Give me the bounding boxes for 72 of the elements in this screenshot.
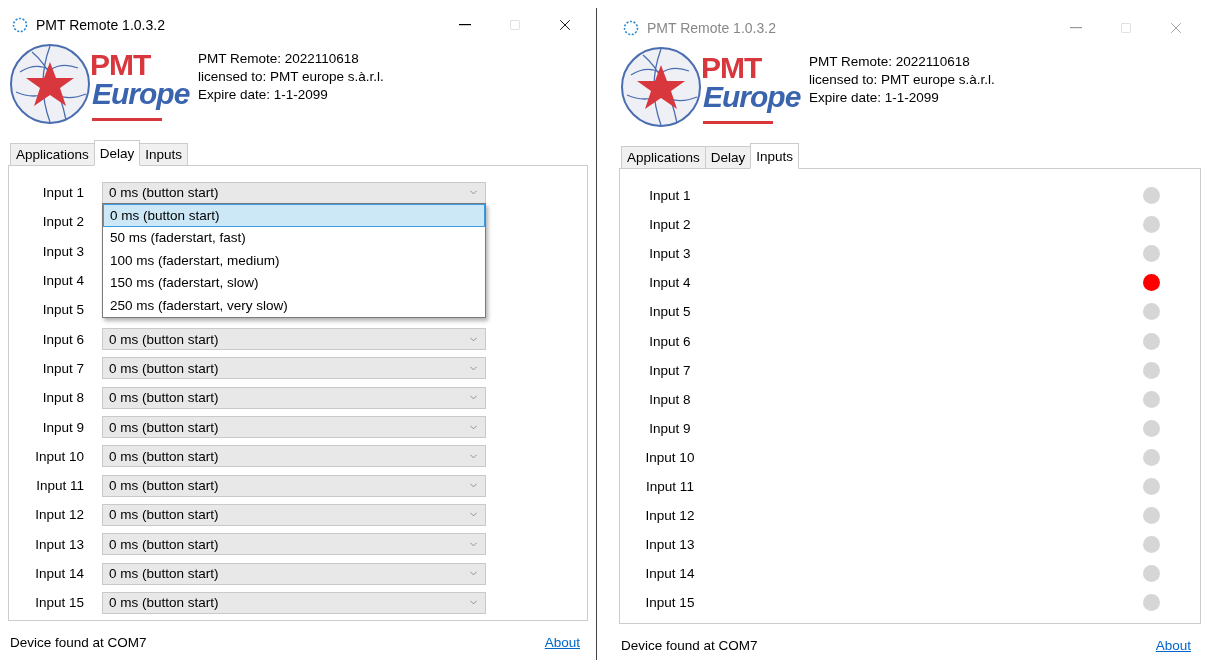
input-label: Input 8 bbox=[41, 390, 84, 406]
input-label: Input 14 bbox=[644, 566, 696, 582]
app-icon bbox=[623, 20, 639, 36]
window-title: PMT Remote 1.0.3.2 bbox=[647, 20, 777, 36]
input-label: Input 13 bbox=[34, 536, 84, 552]
dropdown-option[interactable]: 100 ms (faderstart, medium) bbox=[103, 249, 485, 272]
input-label: Input 9 bbox=[648, 420, 692, 436]
delay-dropdown[interactable]: 0 ms (button start) bbox=[102, 591, 486, 614]
status-text: Device found at COM7 bbox=[621, 638, 758, 653]
license-info-line: licensed to: PMT europe s.à.r.l. bbox=[809, 71, 995, 89]
delay-dropdown[interactable]: 0 ms (button start) bbox=[102, 562, 486, 585]
input-label: Input 5 bbox=[648, 304, 692, 320]
input-label: Input 6 bbox=[648, 333, 692, 349]
input-label: Input 13 bbox=[644, 537, 696, 553]
input-label: Input 5 bbox=[41, 302, 84, 318]
license-info-line: PMT Remote: 2022110618 bbox=[198, 50, 360, 68]
input-label: Input 12 bbox=[644, 508, 696, 524]
input-label: Input 12 bbox=[34, 507, 84, 523]
delay-dropdown[interactable]: 0 ms (button start) bbox=[102, 357, 486, 380]
delay-dropdown[interactable]: 0 ms (button start) bbox=[102, 445, 486, 468]
minimize-icon bbox=[459, 24, 471, 26]
tab[interactable]: Delay bbox=[93, 140, 141, 166]
tab[interactable]: Applications bbox=[621, 146, 706, 168]
tab[interactable]: Inputs bbox=[139, 143, 189, 165]
dropdown-option[interactable]: 250 ms (faderstart, very slow) bbox=[103, 294, 485, 317]
input-label: Input 6 bbox=[41, 331, 84, 347]
input-label: Input 11 bbox=[35, 478, 84, 494]
license-info-line: PMT Remote: 2022110618 bbox=[809, 53, 971, 71]
license-info-line: licensed to: PMT europe s.à.r.l. bbox=[198, 68, 384, 86]
dropdown-option[interactable]: 0 ms (button start) bbox=[103, 204, 485, 227]
logo-underline bbox=[92, 118, 162, 121]
input-label: Input 2 bbox=[41, 214, 84, 230]
maximize-icon bbox=[509, 19, 521, 31]
tab[interactable]: Delay bbox=[704, 146, 752, 168]
input-label: Input 11 bbox=[645, 479, 695, 494]
logo-underline bbox=[703, 121, 773, 124]
input-label: Input 8 bbox=[648, 391, 692, 407]
input-label: Input 15 bbox=[644, 595, 696, 611]
input-label: Input 1 bbox=[648, 188, 692, 204]
input-label: Input 4 bbox=[648, 275, 692, 291]
tab[interactable]: Applications bbox=[10, 143, 95, 165]
delay-dropdown[interactable]: 0 ms (button start) bbox=[102, 533, 486, 556]
input-label: Input 1 bbox=[41, 185, 84, 201]
window-title: PMT Remote 1.0.3.2 bbox=[36, 17, 166, 33]
status-text: Device found at COM7 bbox=[10, 635, 147, 650]
input-label: Input 9 bbox=[41, 419, 84, 435]
maximize-icon bbox=[1120, 22, 1132, 34]
about-link[interactable]: About bbox=[544, 635, 580, 650]
input-label: Input 7 bbox=[648, 362, 692, 378]
input-label: Input 3 bbox=[648, 246, 692, 262]
input-label: Input 4 bbox=[41, 273, 84, 289]
delay-dropdown[interactable]: 0 ms (button start) bbox=[102, 386, 486, 409]
tab[interactable]: Inputs bbox=[750, 143, 800, 169]
delay-dropdown[interactable]: 0 ms (button start) bbox=[102, 416, 486, 438]
delay-dropdown[interactable]: 0 ms (button start) bbox=[102, 181, 486, 204]
input-label: Input 14 bbox=[34, 566, 84, 581]
dropdown-option[interactable]: 150 ms (faderstart, slow) bbox=[103, 271, 485, 294]
app-icon bbox=[12, 17, 28, 33]
input-label: Input 2 bbox=[648, 217, 692, 233]
license-info-line: Expire date: 1-1-2099 bbox=[198, 86, 329, 104]
dropdown-option[interactable]: 50 ms (faderstart, fast) bbox=[103, 226, 485, 249]
delay-dropdown[interactable]: 0 ms (button start) bbox=[102, 328, 486, 351]
license-info-line: Expire date: 1-1-2099 bbox=[809, 89, 940, 107]
minimize-icon bbox=[1070, 27, 1082, 29]
delay-dropdown[interactable]: 0 ms (button start) bbox=[102, 474, 486, 497]
delay-dropdown[interactable]: 0 ms (button start) bbox=[102, 503, 486, 526]
input-label: Input 10 bbox=[644, 449, 696, 465]
input-label: Input 3 bbox=[41, 243, 84, 259]
input-label: Input 7 bbox=[41, 360, 84, 376]
about-link[interactable]: About bbox=[1155, 638, 1191, 653]
input-label: Input 15 bbox=[34, 595, 84, 611]
input-label: Input 10 bbox=[34, 448, 84, 464]
